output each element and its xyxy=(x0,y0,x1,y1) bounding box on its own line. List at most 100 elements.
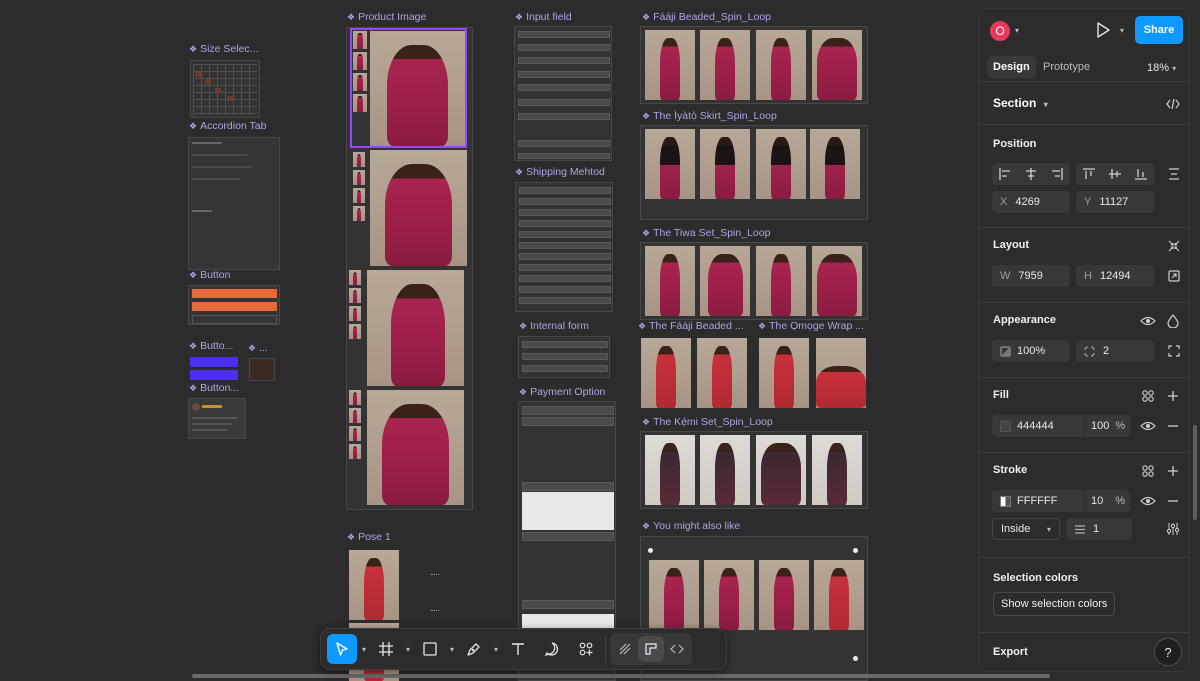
chevron-down-icon[interactable]: ▾ xyxy=(357,634,371,664)
eye-icon[interactable] xyxy=(1138,491,1158,511)
tiwa-set-spin-label[interactable]: ❖ The Tiwa Set_Spin_Loop xyxy=(642,227,770,239)
dev-mode-button[interactable] xyxy=(664,636,690,662)
horizontal-scrollbar[interactable] xyxy=(192,674,1050,678)
input-field-frame[interactable] xyxy=(514,26,612,161)
product-photo[interactable] xyxy=(704,560,754,630)
thumbnail[interactable] xyxy=(349,390,361,405)
chevron-down-icon[interactable]: ▾ xyxy=(489,634,503,664)
dark-button-frame[interactable] xyxy=(249,358,275,381)
comment-tool-button[interactable] xyxy=(537,634,567,664)
blend-mode-icon[interactable] xyxy=(1163,311,1183,331)
thumbnail[interactable] xyxy=(349,270,361,285)
minus-icon[interactable] xyxy=(1163,416,1183,436)
thumbnail[interactable] xyxy=(349,444,361,459)
corner-radius-field[interactable]: 2 xyxy=(1076,340,1154,362)
product-photo[interactable] xyxy=(697,338,747,408)
button-frame[interactable] xyxy=(188,285,280,325)
stroke-swatch[interactable] xyxy=(1000,495,1011,507)
thumbnail[interactable] xyxy=(353,152,365,167)
thumbnail[interactable] xyxy=(353,188,365,203)
product-photo[interactable] xyxy=(812,246,862,316)
align-left-icon[interactable] xyxy=(998,167,1012,181)
product-photo[interactable] xyxy=(700,129,750,199)
product-image-2[interactable] xyxy=(370,150,467,266)
zoom-level[interactable]: 18% ▾ xyxy=(1147,62,1176,74)
product-photo[interactable] xyxy=(759,560,809,630)
chevron-down-icon[interactable]: ▾ xyxy=(1120,26,1124,35)
you-might-also-like-label[interactable]: ❖ You might also like xyxy=(642,520,740,532)
panel-scrollbar[interactable] xyxy=(1193,425,1197,520)
align-center-icon[interactable] xyxy=(1024,167,1038,181)
stroke-position-select[interactable]: Inside ▾ xyxy=(992,518,1060,540)
iyato-skirt-spin-label[interactable]: ❖ The Ìyàtọ̀ Skirt_Spin_Loop xyxy=(642,110,777,122)
product-photo[interactable] xyxy=(641,338,691,408)
resize-handle[interactable] xyxy=(853,548,858,553)
thumbnail[interactable] xyxy=(349,288,361,303)
resize-handle[interactable] xyxy=(853,656,858,661)
shape-tool-button[interactable] xyxy=(415,634,445,664)
product-photo[interactable] xyxy=(756,30,806,100)
thumbnail[interactable] xyxy=(349,426,361,441)
tab-prototype[interactable]: Prototype xyxy=(1037,56,1096,78)
independent-corners-icon[interactable] xyxy=(1164,341,1184,361)
code-icon[interactable] xyxy=(1163,94,1183,114)
resize-to-fit-icon[interactable] xyxy=(1164,266,1184,286)
product-photo[interactable] xyxy=(816,338,866,408)
product-photo[interactable] xyxy=(700,246,750,316)
draw-mode-button[interactable] xyxy=(612,636,638,662)
thumbnail[interactable] xyxy=(353,206,365,221)
stroke-color-field[interactable]: FFFFFF xyxy=(992,490,1084,512)
section-title[interactable]: Section ▾ xyxy=(993,96,1048,110)
collapse-icon[interactable] xyxy=(1164,236,1184,256)
product-photo[interactable] xyxy=(645,30,695,100)
fill-opacity-field[interactable]: 100 % xyxy=(1085,415,1130,437)
plus-icon[interactable] xyxy=(1163,461,1183,481)
pose-1-label[interactable]: ❖ Pose 1 xyxy=(347,531,391,543)
y-field[interactable]: Y 11127 xyxy=(1076,191,1154,213)
thumbnail[interactable] xyxy=(349,306,361,321)
chevron-down-icon[interactable]: ▾ xyxy=(445,634,459,664)
review-card-frame[interactable] xyxy=(188,398,246,439)
shipping-method-frame[interactable] xyxy=(515,182,613,312)
shop-button-1[interactable] xyxy=(190,357,238,367)
x-field[interactable]: X 4269 xyxy=(992,191,1070,213)
product-photo[interactable] xyxy=(756,129,806,199)
tab-design[interactable]: Design xyxy=(987,56,1036,78)
fill-color-field[interactable]: 444444 xyxy=(992,415,1084,437)
stroke-opacity-field[interactable]: 10 % xyxy=(1085,490,1130,512)
align-right-icon[interactable] xyxy=(1050,167,1064,181)
button-dots-label[interactable]: ❖... xyxy=(248,342,268,354)
thumbnail[interactable] xyxy=(353,170,365,185)
shipping-method-label[interactable]: ❖ Shipping Mehtod xyxy=(515,166,605,178)
avatar[interactable]: O xyxy=(990,21,1010,41)
button-variant-1-label[interactable]: ❖ Butto... xyxy=(189,340,233,352)
product-photo[interactable] xyxy=(756,435,806,505)
product-photo[interactable] xyxy=(649,560,699,630)
faaji-beaded-short-label[interactable]: ❖ The Fááji Beaded ... xyxy=(638,320,744,332)
product-photo[interactable] xyxy=(814,560,864,630)
show-selection-colors-button[interactable]: Show selection colors xyxy=(993,592,1116,616)
move-tool-button[interactable] xyxy=(327,634,357,664)
align-middle-icon[interactable] xyxy=(1108,167,1122,181)
width-field[interactable]: W 7959 xyxy=(992,265,1070,287)
styles-grid-icon[interactable] xyxy=(1138,386,1158,406)
play-icon[interactable] xyxy=(1095,21,1111,44)
product-photo[interactable] xyxy=(645,246,695,316)
accordion-tab-frame[interactable] xyxy=(188,137,280,270)
size-selector-label[interactable]: ❖ Size Selec... xyxy=(189,43,258,55)
product-photo[interactable] xyxy=(812,30,862,100)
opacity-field[interactable]: 100% xyxy=(992,340,1070,362)
size-selector-frame[interactable] xyxy=(190,60,260,118)
kemi-set-spin-label[interactable]: ❖ The Kẹ́mi Set_Spin_Loop xyxy=(642,416,773,428)
eye-icon[interactable] xyxy=(1138,416,1158,436)
product-photo[interactable] xyxy=(759,338,809,408)
frame-tool-button[interactable] xyxy=(371,634,401,664)
pose-1-image[interactable] xyxy=(349,550,399,620)
share-button[interactable]: Share xyxy=(1135,16,1183,44)
omoge-wrap-short-label[interactable]: ❖ The Ọmọge Wrap ... xyxy=(758,320,864,332)
chevron-down-icon[interactable]: ▾ xyxy=(401,634,415,664)
design-mode-button[interactable] xyxy=(638,636,664,662)
product-photo[interactable] xyxy=(700,30,750,100)
text-tool-button[interactable] xyxy=(503,634,533,664)
stroke-weight-field[interactable]: 1 xyxy=(1066,518,1132,540)
